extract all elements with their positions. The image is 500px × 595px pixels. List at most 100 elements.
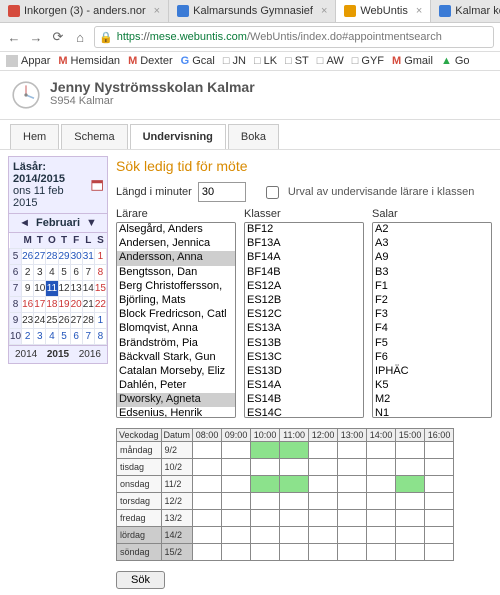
- url-bar[interactable]: 🔒 https://mese.webuntis.com/WebUntis/ind…: [94, 26, 494, 48]
- main-tab-schema[interactable]: Schema: [61, 124, 127, 149]
- classes-list[interactable]: BF12BF13ABF14ABF14BES12AES12BES12CES13AE…: [244, 222, 364, 418]
- hour-cell[interactable]: [396, 459, 425, 476]
- hour-cell[interactable]: [251, 544, 280, 561]
- hour-cell[interactable]: [222, 544, 251, 561]
- hour-cell[interactable]: [309, 527, 338, 544]
- hour-cell[interactable]: [193, 493, 222, 510]
- calendar-day[interactable]: 10: [34, 281, 46, 297]
- hour-cell[interactable]: [338, 493, 367, 510]
- calendar-day[interactable]: 26: [58, 313, 70, 329]
- hour-cell[interactable]: [222, 510, 251, 527]
- main-tab-hem[interactable]: Hem: [10, 124, 59, 149]
- hour-cell[interactable]: [251, 527, 280, 544]
- hour-cell[interactable]: [193, 544, 222, 561]
- hour-cell[interactable]: [396, 544, 425, 561]
- calendar-day[interactable]: 21: [82, 297, 94, 313]
- calendar-day[interactable]: 3: [34, 329, 46, 345]
- teachers-list[interactable]: Alsegård, AndersAndersen, JennicaAnderss…: [116, 222, 236, 418]
- hour-cell[interactable]: [251, 459, 280, 476]
- calendar-day[interactable]: 27: [34, 249, 46, 265]
- hour-cell[interactable]: [280, 476, 309, 493]
- bookmark-item[interactable]: ▲Go: [441, 55, 470, 67]
- calendar-day[interactable]: 27: [70, 313, 82, 329]
- calendar-day[interactable]: 3: [34, 265, 46, 281]
- length-input[interactable]: [198, 182, 246, 202]
- nav-home-icon[interactable]: ⌂: [72, 29, 88, 45]
- search-button[interactable]: Sök: [116, 571, 165, 589]
- hour-cell[interactable]: [367, 544, 396, 561]
- hour-cell[interactable]: [193, 527, 222, 544]
- calendar-day[interactable]: 18: [46, 297, 58, 313]
- selection-checkbox[interactable]: [266, 186, 279, 199]
- hour-cell[interactable]: [425, 493, 454, 510]
- nav-reload-icon[interactable]: ⟳: [50, 29, 66, 45]
- browser-tab[interactable]: Kalmarsunds Gymnasief×: [169, 0, 336, 22]
- rooms-list[interactable]: A2A3A9B3F1F2F3F4F5F6IPHÄCK5M2N1N10: [372, 222, 492, 418]
- bookmark-item[interactable]: MDexter: [128, 55, 173, 67]
- nav-back-icon[interactable]: ←: [6, 29, 22, 45]
- hour-cell[interactable]: [309, 476, 338, 493]
- calendar-day[interactable]: 31: [82, 249, 94, 265]
- calendar-day[interactable]: 11: [46, 281, 58, 297]
- calendar-day[interactable]: 7: [82, 265, 94, 281]
- calendar-day[interactable]: 1: [94, 313, 106, 329]
- year-next[interactable]: 2016: [79, 349, 101, 360]
- calendar-day[interactable]: 12: [58, 281, 70, 297]
- bookmark-item[interactable]: MGmail: [392, 55, 433, 67]
- hour-cell[interactable]: [222, 476, 251, 493]
- close-icon[interactable]: ×: [321, 5, 327, 17]
- bookmark-item[interactable]: □GYF: [352, 55, 384, 67]
- hour-cell[interactable]: [338, 476, 367, 493]
- hour-cell[interactable]: [222, 459, 251, 476]
- hour-cell[interactable]: [222, 493, 251, 510]
- hour-cell[interactable]: [193, 459, 222, 476]
- hour-cell[interactable]: [309, 442, 338, 459]
- calendar-day[interactable]: 2: [22, 265, 34, 281]
- calendar-day[interactable]: 17: [34, 297, 46, 313]
- calendar-day[interactable]: 19: [58, 297, 70, 313]
- hour-cell[interactable]: [280, 493, 309, 510]
- hour-cell[interactable]: [396, 476, 425, 493]
- hour-cell[interactable]: [280, 459, 309, 476]
- close-icon[interactable]: ×: [416, 5, 422, 17]
- hour-cell[interactable]: [222, 527, 251, 544]
- hour-cell[interactable]: [280, 527, 309, 544]
- main-tab-boka[interactable]: Boka: [228, 124, 279, 149]
- hour-cell[interactable]: [338, 544, 367, 561]
- hour-cell[interactable]: [425, 527, 454, 544]
- bookmark-item[interactable]: Appar: [6, 55, 50, 67]
- main-tab-undervisning[interactable]: Undervisning: [130, 124, 226, 149]
- calendar-day[interactable]: 23: [22, 313, 34, 329]
- browser-tab[interactable]: WebUntis×: [336, 0, 431, 22]
- prev-month-icon[interactable]: ◄: [19, 217, 30, 229]
- hour-cell[interactable]: [193, 510, 222, 527]
- calendar-day[interactable]: 28: [46, 249, 58, 265]
- hour-cell[interactable]: [396, 442, 425, 459]
- calendar-day[interactable]: 8: [94, 329, 106, 345]
- hour-cell[interactable]: [367, 493, 396, 510]
- bookmark-item[interactable]: GGcal: [181, 55, 215, 67]
- hour-cell[interactable]: [396, 527, 425, 544]
- calendar-day[interactable]: 9: [22, 281, 34, 297]
- calendar-day[interactable]: 4: [46, 329, 58, 345]
- browser-tab[interactable]: Inkorgen (3) - anders.nor×: [0, 0, 169, 22]
- week-number[interactable]: 9: [10, 313, 22, 329]
- hour-cell[interactable]: [425, 510, 454, 527]
- hour-cell[interactable]: [396, 510, 425, 527]
- calendar-day[interactable]: 2: [22, 329, 34, 345]
- hour-cell[interactable]: [309, 510, 338, 527]
- bookmark-item[interactable]: MHemsidan: [58, 55, 120, 67]
- browser-tab[interactable]: Kalmar kommu×: [431, 0, 500, 22]
- hour-cell[interactable]: [280, 442, 309, 459]
- calendar-icon[interactable]: [91, 178, 103, 192]
- bookmark-item[interactable]: □JN: [223, 55, 246, 67]
- calendar-day[interactable]: 25: [46, 313, 58, 329]
- calendar-day[interactable]: 16: [22, 297, 34, 313]
- bookmark-item[interactable]: □ST: [285, 55, 309, 67]
- hour-cell[interactable]: [367, 459, 396, 476]
- hour-cell[interactable]: [367, 442, 396, 459]
- week-number[interactable]: 7: [10, 281, 22, 297]
- hour-cell[interactable]: [251, 493, 280, 510]
- bookmark-item[interactable]: □AW: [317, 55, 344, 67]
- calendar-day[interactable]: 6: [70, 329, 82, 345]
